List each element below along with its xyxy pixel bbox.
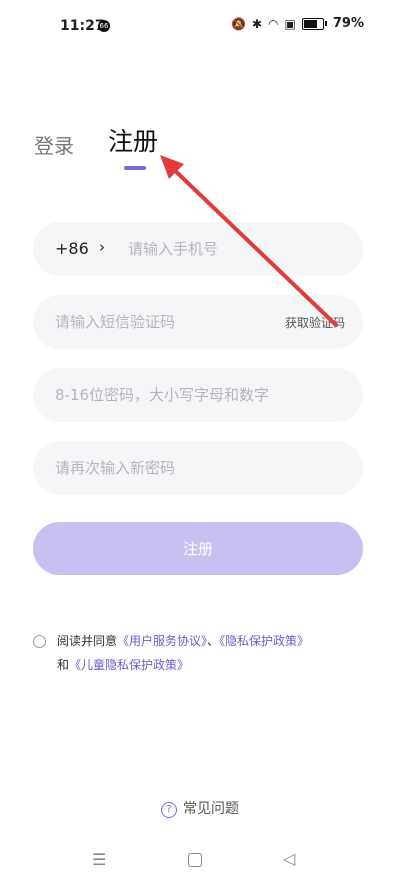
tab-register[interactable]: 注册 [108, 122, 158, 158]
battery-percent: 79% [332, 16, 364, 31]
status-icons: 🔕 ✱ ◠ ▣ 79% [231, 16, 364, 31]
sim-icon: ▣ [284, 16, 296, 31]
phone-input[interactable] [128, 222, 343, 276]
mute-icon: 🔕 [231, 16, 246, 31]
agreement-and: 和 [57, 658, 70, 672]
home-icon[interactable] [188, 853, 202, 867]
privacy-policy-link[interactable]: 《隐私保护政策》 [219, 634, 309, 648]
password-field [33, 368, 363, 422]
get-code-button[interactable]: 获取验证码 [285, 314, 345, 331]
tab-login[interactable]: 登录 [34, 130, 74, 159]
status-bar: 11:27 66 🔕 ✱ ◠ ▣ 79% [0, 0, 400, 54]
country-code[interactable]: +86 [55, 239, 89, 258]
notification-badge: 66 [98, 20, 110, 32]
back-icon[interactable]: ◁ [283, 849, 295, 868]
battery-icon [301, 17, 324, 30]
annotation-arrow-head [160, 155, 184, 179]
phone-field: +86 › [33, 222, 363, 276]
agreement-line-1: 阅读并同意《用户服务协议》、《隐私保护政策》 [57, 628, 309, 654]
agreement-prefix: 阅读并同意 [57, 634, 118, 648]
faq[interactable]: ? 常见问题 [0, 798, 400, 818]
tab-active-indicator [124, 166, 146, 170]
confirm-password-input[interactable] [55, 441, 345, 495]
user-agreement-link[interactable]: 《用户服务协议》 [117, 634, 207, 648]
wifi-icon: ◠ [268, 16, 279, 31]
confirm-password-field [33, 441, 363, 495]
child-privacy-policy-link[interactable]: 《儿童隐私保护政策》 [69, 658, 189, 672]
sms-code-field: 获取验证码 [33, 295, 363, 349]
menu-icon[interactable]: ☰ [92, 850, 106, 869]
system-nav-bar: ☰ ◁ [0, 840, 400, 880]
chevron-right-icon[interactable]: › [99, 238, 105, 256]
faq-label[interactable]: 常见问题 [183, 801, 239, 817]
password-input[interactable] [55, 368, 345, 422]
sms-code-input[interactable] [55, 295, 255, 349]
battery-tip [324, 21, 327, 26]
bluetooth-icon: ✱ [251, 16, 263, 31]
question-icon: ? [161, 802, 177, 818]
agreement-line-2: 和《儿童隐私保护政策》 [57, 652, 189, 678]
register-button[interactable]: 注册 [33, 522, 363, 575]
agree-checkbox[interactable] [33, 635, 46, 648]
agreement-separator: 、 [207, 634, 220, 648]
